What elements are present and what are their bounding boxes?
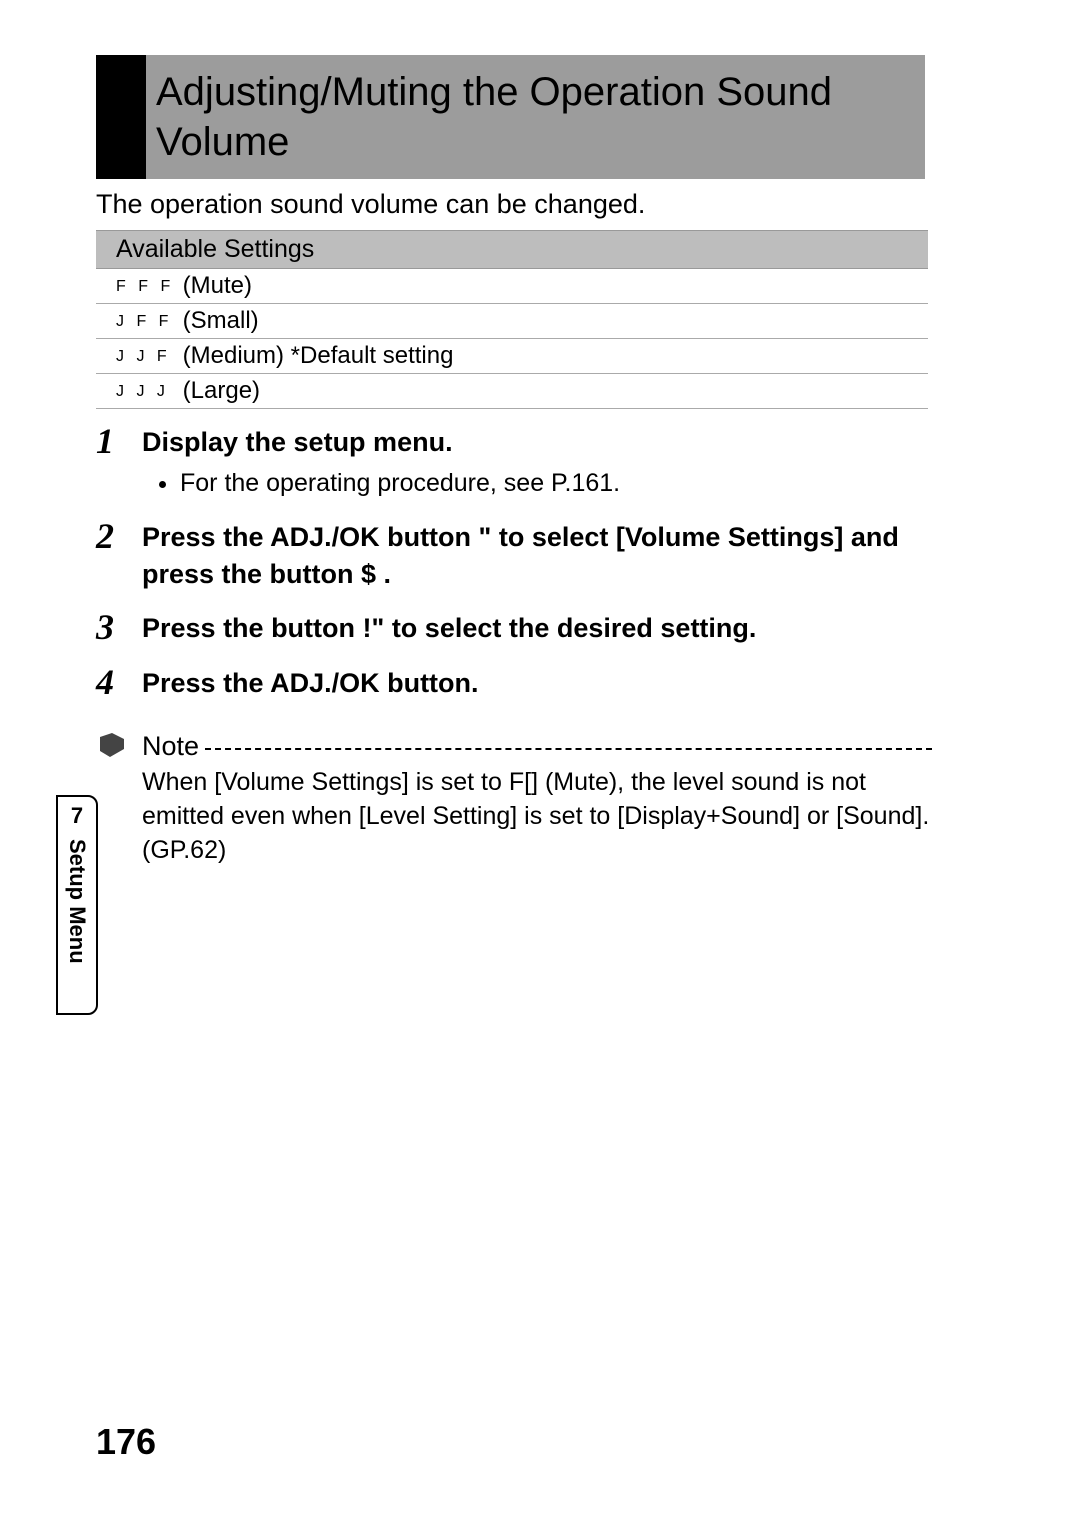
volume-label: (Medium) *Default setting: [176, 342, 453, 369]
section-title: Adjusting/Muting the Operation Sound Vol…: [156, 67, 925, 167]
volume-glyph: J J J: [116, 383, 176, 401]
section-header: Adjusting/Muting the Operation Sound Vol…: [96, 55, 925, 179]
note-icon: [96, 733, 124, 757]
available-settings-table: Available Settings F F F (Mute) J F F (S…: [96, 230, 928, 409]
volume-label: (Mute): [176, 272, 252, 299]
step-title: Display the setup menu.: [142, 424, 925, 460]
volume-label: (Small): [176, 307, 259, 334]
header-grey-bg: Adjusting/Muting the Operation Sound Vol…: [146, 55, 925, 179]
note-block: Note When [Volume Settings] is set to F[…: [96, 731, 932, 867]
header-black-marker: [96, 55, 146, 179]
volume-label: (Large): [176, 377, 260, 404]
volume-glyph: J F F: [116, 313, 176, 331]
table-row: F F F (Mute): [96, 269, 928, 304]
step-title: Press the button !" to select the desire…: [142, 610, 925, 646]
chapter-tab: 7 Setup Menu: [56, 795, 98, 1015]
settings-header: Available Settings: [96, 231, 928, 269]
manual-page: Adjusting/Muting the Operation Sound Vol…: [0, 0, 1080, 1521]
page-number: 176: [96, 1421, 156, 1463]
step-item: Press the ADJ./OK button.: [96, 665, 925, 701]
intro-text: The operation sound volume can be change…: [96, 189, 925, 220]
table-row: J J F (Medium) *Default setting: [96, 339, 928, 374]
note-text: When [Volume Settings] is set to F[] (Mu…: [142, 766, 932, 867]
step-title: Press the ADJ./OK button " to select [Vo…: [142, 519, 925, 592]
note-label: Note: [142, 731, 199, 762]
step-item: Press the button !" to select the desire…: [96, 610, 925, 646]
chapter-number: 7: [58, 803, 96, 829]
volume-glyph: F F F: [116, 278, 176, 296]
table-row: J F F (Small): [96, 304, 928, 339]
step-list: Display the setup menu. For the operatin…: [96, 424, 925, 701]
note-dashes: [205, 748, 932, 750]
table-row: J J J (Large): [96, 374, 928, 409]
volume-glyph: J J F: [116, 348, 176, 366]
step-item: Display the setup menu. For the operatin…: [96, 424, 925, 501]
chapter-label: Setup Menu: [64, 839, 90, 964]
substep: For the operating procedure, see P.161.: [180, 466, 925, 501]
step-title: Press the ADJ./OK button.: [142, 665, 925, 701]
substep-list: For the operating procedure, see P.161.: [180, 466, 925, 501]
note-heading: Note: [142, 731, 932, 762]
step-item: Press the ADJ./OK button " to select [Vo…: [96, 519, 925, 592]
